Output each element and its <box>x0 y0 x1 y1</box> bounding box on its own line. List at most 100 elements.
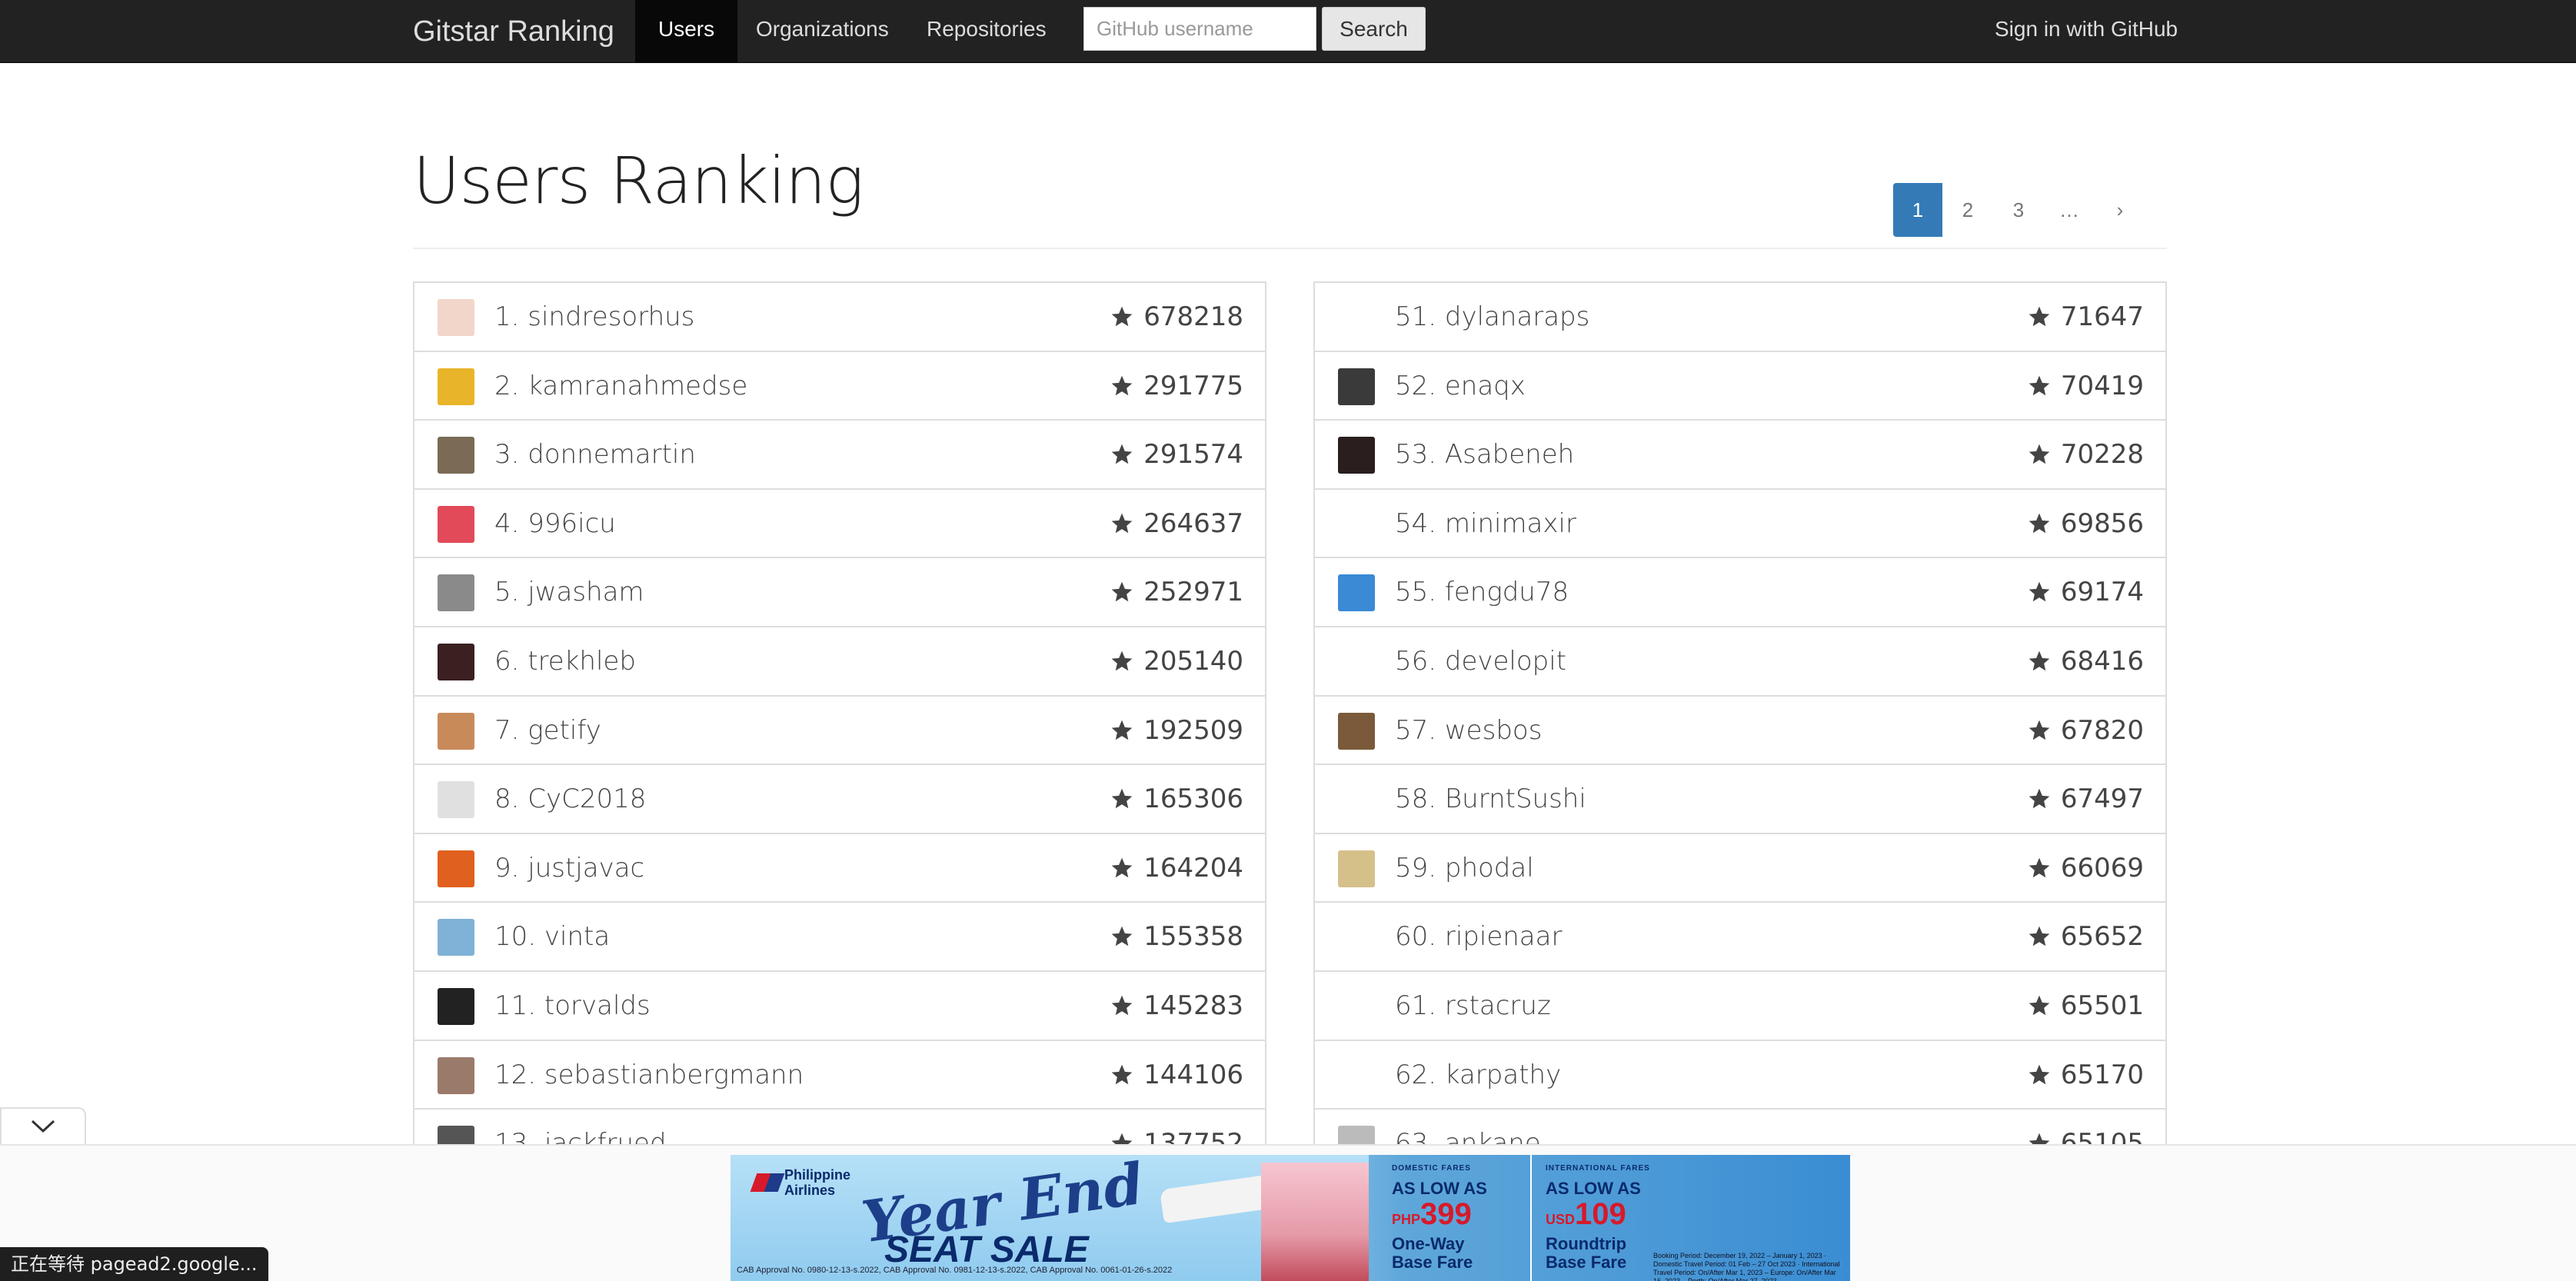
user-link[interactable]: 51. dylanaraps <box>1395 283 1589 351</box>
user-link[interactable]: 57. wesbos <box>1395 697 1542 764</box>
ranking-row[interactable]: 5. jwasham 252971 <box>414 558 1265 627</box>
ranking-row[interactable]: 8. CyC2018 165306 <box>414 765 1265 834</box>
ad-intl-currency: USD <box>1546 1212 1576 1227</box>
user-link[interactable]: 8. CyC2018 <box>494 765 646 833</box>
star-count-value: 192509 <box>1143 714 1243 746</box>
star-count: 291574 <box>1110 421 1243 488</box>
user-link[interactable]: 5. jwasham <box>494 558 644 626</box>
ad-domestic-base: Base Fare <box>1392 1253 1473 1272</box>
top-navbar: Gitstar Ranking Users Organizations Repo… <box>0 0 2576 63</box>
ranking-row[interactable]: 10. vinta 155358 <box>414 903 1265 972</box>
avatar <box>438 437 474 474</box>
ad-intl-price-line: USD109 <box>1546 1199 1684 1235</box>
user-link[interactable]: 3. donnemartin <box>494 421 696 488</box>
ranking-row[interactable]: 62. karpathy 65170 <box>1315 1041 2165 1110</box>
search-input[interactable] <box>1083 7 1316 51</box>
ad-collapse-toggle[interactable] <box>0 1107 86 1144</box>
ranking-row[interactable]: 60. ripienaar 65652 <box>1315 903 2165 972</box>
ranking-row[interactable]: 2. kamranahmedse 291775 <box>414 352 1265 421</box>
star-count-value: 66069 <box>2060 852 2144 883</box>
brand-link[interactable]: Gitstar Ranking <box>413 0 614 63</box>
user-link[interactable]: 62. karpathy <box>1395 1041 1561 1109</box>
avatar <box>1338 1056 1375 1094</box>
ranking-row[interactable]: 61. rstacruz 65501 <box>1315 972 2165 1041</box>
ad-banner[interactable]: Philippine Airlines Year End SEAT SALE C… <box>731 1155 1850 1281</box>
user-link[interactable]: 58. BurntSushi <box>1395 765 1586 833</box>
page-3-button[interactable]: 3 <box>1993 183 2044 237</box>
avatar <box>438 781 474 819</box>
user-link[interactable]: 56. developit <box>1395 627 1566 695</box>
star-icon <box>2029 857 2050 878</box>
user-link[interactable]: 7. getify <box>494 697 601 764</box>
user-link[interactable]: 4. 996icu <box>494 490 616 557</box>
avatar <box>438 574 474 612</box>
ranking-row[interactable]: 56. developit 68416 <box>1315 627 2165 697</box>
star-count-value: 164204 <box>1143 852 1243 883</box>
tab-users[interactable]: Users <box>635 0 738 63</box>
star-count-value: 205140 <box>1143 645 1243 677</box>
page-1-button[interactable]: 1 <box>1893 183 1942 237</box>
ranking-row[interactable]: 57. wesbos 67820 <box>1315 697 2165 766</box>
user-link[interactable]: 61. rstacruz <box>1395 972 1551 1040</box>
ad-intl-caption: INTERNATIONAL FARES <box>1546 1164 1650 1173</box>
ranking-row[interactable]: 52. enaqx 70419 <box>1315 352 2165 421</box>
user-link[interactable]: 59. phodal <box>1395 834 1534 902</box>
page-2-button[interactable]: 2 <box>1942 183 1993 237</box>
avatar <box>1338 505 1375 543</box>
search-button[interactable]: Search <box>1322 7 1426 51</box>
user-link[interactable]: 54. minimaxir <box>1395 490 1576 557</box>
star-icon <box>2029 582 2050 602</box>
ranking-list-right: 51. dylanaraps 71647 52. enaqx 70419 53. Asa… <box>1313 281 2167 1150</box>
star-count: 70228 <box>2027 421 2144 488</box>
signin-link[interactable]: Sign in with GitHub <box>1995 0 2178 63</box>
star-count: 165306 <box>1110 765 1243 833</box>
ad-domestic-currency: PHP <box>1392 1212 1421 1227</box>
star-count: 65501 <box>2027 972 2144 1040</box>
next-page-button[interactable]: › <box>2095 183 2145 237</box>
tab-repositories[interactable]: Repositories <box>904 0 1070 63</box>
ad-intl-low: AS LOW AS <box>1546 1179 1641 1198</box>
star-count-value: 65170 <box>2060 1059 2144 1090</box>
star-icon <box>1111 513 1133 534</box>
ranking-row[interactable]: 51. dylanaraps 71647 <box>1315 283 2165 352</box>
avatar <box>438 505 474 543</box>
ranking-row[interactable]: 55. fengdu78 69174 <box>1315 558 2165 627</box>
user-link[interactable]: 60. ripienaar <box>1395 903 1562 970</box>
ranking-row[interactable]: 54. minimaxir 69856 <box>1315 490 2165 559</box>
user-link[interactable]: 12. sebastianbergmann <box>494 1041 804 1109</box>
ad-banner-bar: Philippine Airlines Year End SEAT SALE C… <box>0 1144 2576 1281</box>
ranking-list-left: 1. sindresorhus 678218 2. kamranahmedse 291… <box>413 281 1266 1150</box>
user-link[interactable]: 6. trekhleb <box>494 627 636 695</box>
ranking-row[interactable]: 53. Asabeneh 70228 <box>1315 421 2165 490</box>
user-link[interactable]: 55. fengdu78 <box>1395 558 1569 626</box>
user-link[interactable]: 11. torvalds <box>494 972 651 1040</box>
user-link[interactable]: 1. sindresorhus <box>494 283 694 351</box>
ranking-row[interactable]: 3. donnemartin 291574 <box>414 421 1265 490</box>
star-icon <box>1111 306 1133 327</box>
tab-organizations[interactable]: Organizations <box>733 0 912 63</box>
user-link[interactable]: 2. kamranahmedse <box>494 352 747 420</box>
ad-fineprint: CAB Approval No. 0980-12-13-s.2022, CAB … <box>737 1266 1173 1275</box>
star-count: 69856 <box>2027 490 2144 557</box>
ranking-row[interactable]: 11. torvalds 145283 <box>414 972 1265 1041</box>
user-link[interactable]: 52. enaqx <box>1395 352 1526 420</box>
ranking-row[interactable]: 58. BurntSushi 67497 <box>1315 765 2165 834</box>
ad-domestic-low: AS LOW AS <box>1392 1179 1487 1198</box>
ranking-row[interactable]: 1. sindresorhus 678218 <box>414 283 1265 352</box>
user-link[interactable]: 10. vinta <box>494 903 610 970</box>
ranking-row[interactable]: 59. phodal 66069 <box>1315 834 2165 903</box>
star-count: 65652 <box>2027 903 2144 970</box>
user-link[interactable]: 53. Asabeneh <box>1395 421 1574 488</box>
ad-intl-type: Roundtrip <box>1546 1234 1627 1253</box>
star-count: 155358 <box>1110 903 1243 970</box>
star-count: 68416 <box>2027 627 2144 695</box>
ranking-row[interactable]: 4. 996icu 264637 <box>414 490 1265 559</box>
ranking-row[interactable]: 6. trekhleb 205140 <box>414 627 1265 697</box>
avatar <box>1338 574 1375 612</box>
star-icon <box>1111 720 1133 740</box>
ranking-row[interactable]: 7. getify 192509 <box>414 697 1265 766</box>
ranking-row[interactable]: 9. justjavac 164204 <box>414 834 1265 903</box>
user-link[interactable]: 9. justjavac <box>494 834 644 902</box>
ranking-row[interactable]: 12. sebastianbergmann 144106 <box>414 1041 1265 1110</box>
star-count-value: 70419 <box>2060 370 2144 401</box>
